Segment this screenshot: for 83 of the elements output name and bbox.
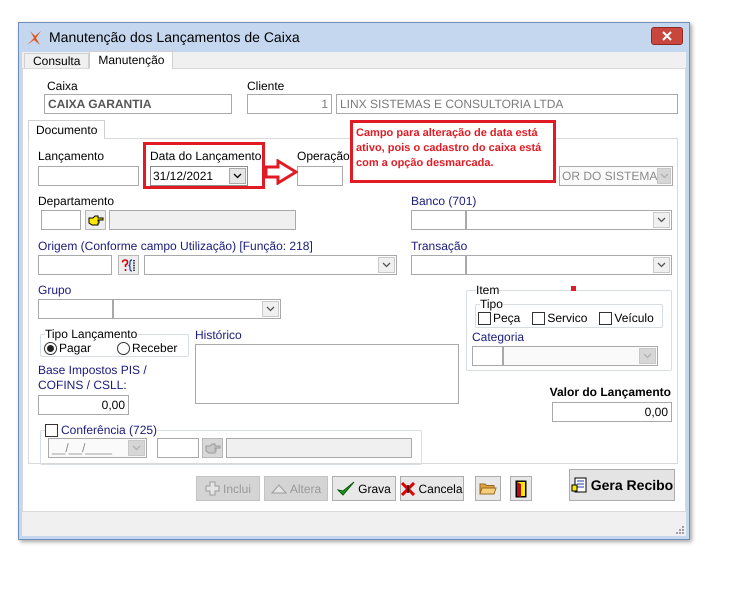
field-label: Operação	[297, 149, 350, 163]
field-label: Cliente	[247, 79, 284, 93]
field-label: Departamento	[38, 194, 114, 208]
input-field[interactable]	[38, 299, 113, 319]
input-field[interactable]: LINX SISTEMAS E CONSULTORIA LTDA	[336, 94, 678, 114]
icon-button[interactable]	[510, 476, 532, 501]
radio-button[interactable]	[44, 342, 57, 354]
input-field[interactable]	[297, 166, 343, 186]
callout-note: Campo para alteração de data está ativo, pois o cadastro do caixa está com a opção desmarcada.	[350, 120, 556, 183]
combo-box[interactable]	[466, 210, 672, 230]
option-label: Pagar	[59, 341, 92, 355]
query-button[interactable]	[118, 255, 139, 275]
triangle-icon	[270, 484, 287, 494]
input-field[interactable]	[38, 255, 112, 275]
input-field[interactable]	[38, 166, 139, 186]
tab[interactable]: Consulta	[24, 53, 90, 68]
close-icon	[662, 30, 672, 40]
input-field[interactable]: 1	[247, 94, 332, 114]
input-field[interactable]: 0,00	[552, 402, 672, 422]
checkbox-label: Conferência (725)	[61, 423, 158, 437]
pointing-hand-icon	[88, 214, 104, 226]
folder-icon	[479, 482, 497, 496]
input-field[interactable]	[226, 438, 412, 458]
tab[interactable]: Manutenção	[89, 51, 174, 69]
door-icon	[515, 480, 527, 498]
group-title: Tipo Lançamento	[45, 327, 138, 341]
radio-button[interactable]	[117, 342, 130, 354]
chevron-down-icon	[657, 262, 666, 268]
query-bracket-icon	[121, 258, 136, 272]
checkbox-label: Servico	[547, 311, 588, 325]
chevron-down-icon	[266, 306, 275, 312]
checkbox-label: Veículo	[614, 311, 654, 325]
receipt-button[interactable]: Gera Recibo	[569, 469, 675, 501]
chevron-down-icon	[132, 445, 141, 451]
field-label: Base Impostos PIS / COFINS / CSLL:	[38, 363, 148, 393]
text-area[interactable]	[195, 344, 459, 404]
input-field[interactable]	[411, 210, 466, 230]
combo-box[interactable]	[466, 255, 672, 275]
date-picker[interactable]: 31/12/2021	[150, 166, 248, 186]
group-title: Tipo	[480, 297, 503, 311]
chevron-down-icon	[643, 353, 652, 359]
checkbox-label: Peça	[493, 311, 520, 325]
lookup-button[interactable]	[85, 210, 106, 230]
input-field[interactable]	[411, 255, 466, 275]
plus-icon	[204, 481, 220, 496]
checkbox[interactable]	[532, 312, 546, 324]
combo-box[interactable]	[144, 255, 397, 275]
group-title: Item	[476, 283, 500, 297]
input-field[interactable]: CAIXA GARANTIA	[44, 94, 232, 114]
x-icon	[401, 482, 416, 496]
input-field[interactable]: 0,00	[38, 395, 129, 415]
close-button[interactable]	[651, 26, 683, 44]
check-icon	[337, 480, 356, 496]
chevron-down-icon	[660, 173, 669, 179]
input-field[interactable]	[109, 210, 296, 230]
resize-grip-icon	[676, 526, 684, 534]
receipt-icon	[570, 476, 588, 494]
field-label: Grupo	[38, 283, 72, 297]
field-label: Banco (701)	[411, 194, 476, 208]
field-label: Data do Lançamento	[150, 149, 262, 163]
chevron-down-icon	[382, 262, 391, 268]
window-title: Manutenção dos Lançamentos de Caixa	[49, 28, 300, 47]
checkbox[interactable]	[599, 312, 612, 324]
tab[interactable]: Documento	[28, 120, 106, 139]
pointing-hand-icon	[204, 442, 220, 454]
chevron-down-icon	[233, 173, 242, 179]
field-label: Lançamento	[38, 149, 104, 163]
toolbar-button[interactable]: Cancela	[400, 476, 464, 501]
marker	[571, 286, 576, 291]
input-field[interactable]	[472, 346, 503, 366]
field-label: Categoria	[472, 330, 524, 344]
toolbar-button[interactable]: Grava	[332, 476, 396, 501]
input-field[interactable]	[41, 210, 81, 230]
combo-box[interactable]	[113, 299, 281, 319]
field-label: Histórico	[195, 328, 242, 342]
option-label: Receber	[132, 341, 178, 355]
field-label: Valor do Lançamento	[550, 385, 671, 399]
field-label: Transação	[411, 239, 468, 253]
input-field[interactable]	[157, 438, 199, 458]
checkbox[interactable]	[478, 312, 491, 324]
field-label: Origem (Conforme campo Utilização) [Função: 218]	[38, 239, 313, 253]
field-label: Caixa	[46, 79, 78, 93]
chevron-down-icon	[657, 217, 666, 223]
